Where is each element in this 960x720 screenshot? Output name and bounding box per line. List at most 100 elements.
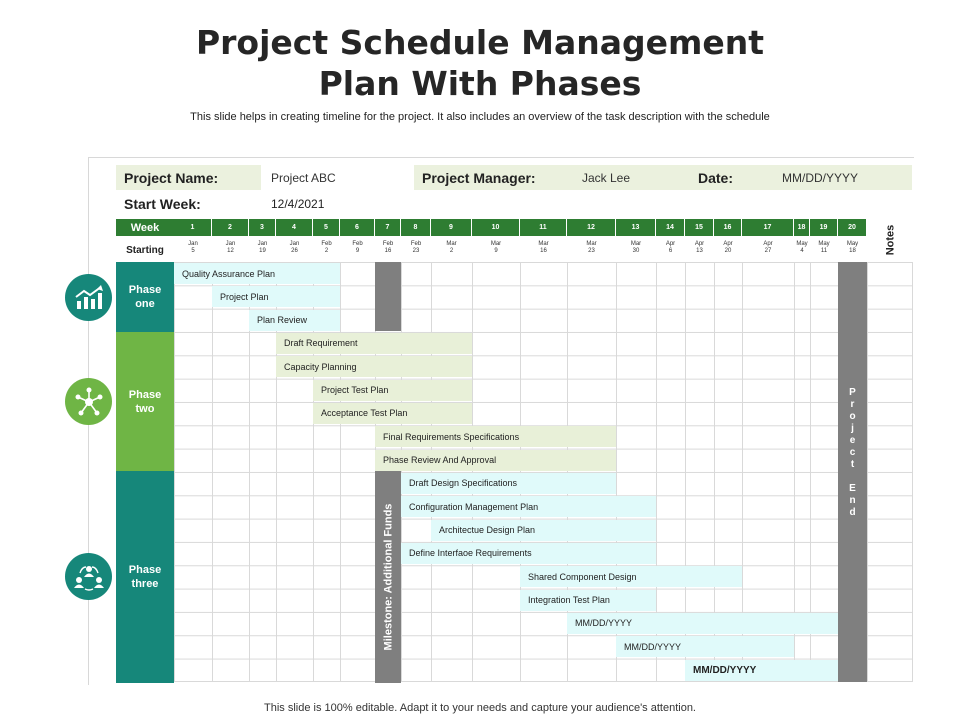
phase-one-gray-column bbox=[375, 262, 401, 331]
network-hub-icon bbox=[65, 378, 112, 425]
week-number-6: 6 bbox=[340, 219, 375, 236]
grid-column-line bbox=[867, 262, 868, 682]
notes-header: Notes bbox=[868, 218, 912, 262]
task-bar[interactable]: Project Test Plan bbox=[313, 379, 472, 401]
task-bar[interactable]: Architectue Design Plan bbox=[431, 519, 656, 541]
project-end-letter: r bbox=[850, 399, 855, 410]
grid-column-line bbox=[340, 262, 341, 682]
week-number-5: 5 bbox=[313, 219, 340, 236]
week-number-11: 11 bbox=[520, 219, 567, 236]
title-line-2: Plan With Phases bbox=[318, 64, 642, 103]
task-bar[interactable]: Final Requirements Specifications bbox=[375, 426, 616, 448]
grid-column-line bbox=[912, 262, 913, 682]
week-start-date-14: Apr 6 bbox=[665, 241, 676, 254]
week-start-date-9: Mar 2 bbox=[446, 241, 457, 254]
week-start-date-8: Feb 23 bbox=[410, 241, 422, 254]
date-value[interactable]: MM/DD/YYYY bbox=[772, 165, 912, 190]
week-number-2: 2 bbox=[212, 219, 249, 236]
project-name-label: Project Name: bbox=[116, 165, 261, 190]
week-label: Week bbox=[116, 219, 174, 236]
project-end-letter: E bbox=[849, 483, 856, 494]
week-number-7: 7 bbox=[375, 219, 401, 236]
task-bar[interactable]: Plan Review bbox=[249, 309, 340, 331]
week-number-3: 3 bbox=[249, 219, 276, 236]
task-bar[interactable]: Phase Review And Approval bbox=[375, 449, 616, 471]
phase-two-line2: two bbox=[135, 402, 155, 415]
week-number-10: 10 bbox=[472, 219, 520, 236]
starting-label: Starting bbox=[126, 244, 164, 256]
task-bar[interactable]: MM/DD/YYYY bbox=[567, 612, 838, 634]
week-start-date-13: Mar 30 bbox=[630, 241, 642, 254]
week-number-17: 17 bbox=[742, 219, 794, 236]
notes-label: Notes bbox=[884, 224, 896, 256]
phase-two-line1: Phase bbox=[128, 388, 162, 401]
week-start-date-2: Jan 12 bbox=[225, 241, 236, 254]
week-start-date-3: Jan 19 bbox=[257, 241, 268, 254]
project-end-letter: o bbox=[849, 411, 856, 422]
week-start-date-19: May 11 bbox=[818, 241, 830, 254]
task-bar[interactable]: Draft Design Specifications bbox=[401, 472, 616, 494]
task-bar[interactable]: Shared Component Design bbox=[520, 566, 742, 588]
week-start-date-7: Feb 16 bbox=[382, 241, 394, 254]
week-start-date-5: Feb 2 bbox=[321, 241, 332, 254]
project-end-letter: t bbox=[850, 459, 855, 470]
week-start-date-12: Mar 23 bbox=[586, 241, 597, 254]
task-bar[interactable]: Draft Requirement bbox=[276, 332, 472, 354]
task-bar[interactable]: MM/DD/YYYY bbox=[685, 659, 838, 681]
project-end-letter: j bbox=[851, 423, 854, 434]
team-cycle-icon bbox=[65, 553, 112, 600]
week-number-14: 14 bbox=[656, 219, 685, 236]
week-number-19: 19 bbox=[810, 219, 838, 236]
project-end-letter: c bbox=[849, 447, 856, 458]
date-label: Date: bbox=[690, 165, 772, 190]
project-end-letter: P bbox=[849, 387, 856, 398]
start-week-value[interactable]: 12/4/2021 bbox=[271, 192, 421, 216]
project-end-column: Project End bbox=[838, 262, 867, 682]
task-bar[interactable]: Acceptance Test Plan bbox=[313, 402, 472, 424]
project-end-letter: d bbox=[849, 507, 856, 518]
project-end-letter: n bbox=[849, 495, 856, 506]
week-start-date-20: May 18 bbox=[846, 241, 859, 254]
phase-one-block: Phase one bbox=[116, 262, 174, 332]
task-bar[interactable]: Project Plan bbox=[212, 286, 340, 308]
slide-footer: This slide is 100% editable. Adapt it to… bbox=[264, 702, 696, 714]
task-bar[interactable]: Integration Test Plan bbox=[520, 589, 656, 611]
week-start-date-10: Mar 9 bbox=[490, 241, 502, 254]
phase-three-line2: three bbox=[131, 578, 159, 590]
phase-three-line1: Phase bbox=[128, 564, 162, 576]
slide-title: Project Schedule Management Plan With Ph… bbox=[0, 22, 960, 104]
week-start-date-1: Jan 5 bbox=[188, 241, 198, 254]
project-name-value[interactable]: Project ABC bbox=[261, 165, 414, 190]
project-manager-value[interactable]: Jack Lee bbox=[572, 165, 690, 190]
task-bar[interactable]: Capacity Planning bbox=[276, 356, 472, 378]
chart-growth-icon bbox=[65, 274, 112, 321]
phase-one-line1: Phase bbox=[128, 284, 162, 296]
week-start-date-18: May 4 bbox=[796, 241, 808, 254]
milestone-additional-funds: Milestone: Additional Funds bbox=[375, 471, 401, 683]
task-bar[interactable]: Quality Assurance Plan bbox=[174, 263, 340, 284]
week-number-12: 12 bbox=[567, 219, 616, 236]
week-start-date-16: Apr 20 bbox=[723, 241, 733, 254]
week-number-15: 15 bbox=[685, 219, 714, 236]
week-number-18: 18 bbox=[794, 219, 810, 236]
slide-subtitle: This slide helps in creating timeline fo… bbox=[190, 111, 770, 123]
title-line-1: Project Schedule Management bbox=[195, 23, 765, 62]
project-manager-label: Project Manager: bbox=[414, 165, 572, 190]
week-number-9: 9 bbox=[431, 219, 472, 236]
week-number-4: 4 bbox=[276, 219, 313, 236]
week-start-date-6: Feb 9 bbox=[352, 241, 363, 254]
task-bar[interactable]: Configuration Management Plan bbox=[401, 496, 656, 518]
start-week-label: Start Week: bbox=[124, 196, 201, 212]
week-start-date-4: Jan 26 bbox=[289, 241, 300, 254]
week-start-date-17: Apr 27 bbox=[763, 241, 773, 254]
week-number-20: 20 bbox=[838, 219, 867, 236]
task-bar[interactable]: Define Interfaoe Requirements bbox=[401, 542, 656, 564]
week-number-16: 16 bbox=[714, 219, 742, 236]
phase-three-block: Phase three bbox=[116, 471, 174, 683]
week-number-1: 1 bbox=[174, 219, 212, 236]
week-number-13: 13 bbox=[616, 219, 656, 236]
task-bar[interactable]: MM/DD/YYYY bbox=[616, 636, 794, 658]
week-start-date-11: Mar 16 bbox=[538, 241, 549, 254]
milestone-label: Milestone: Additional Funds bbox=[382, 503, 394, 651]
grid-column-line bbox=[212, 262, 213, 682]
